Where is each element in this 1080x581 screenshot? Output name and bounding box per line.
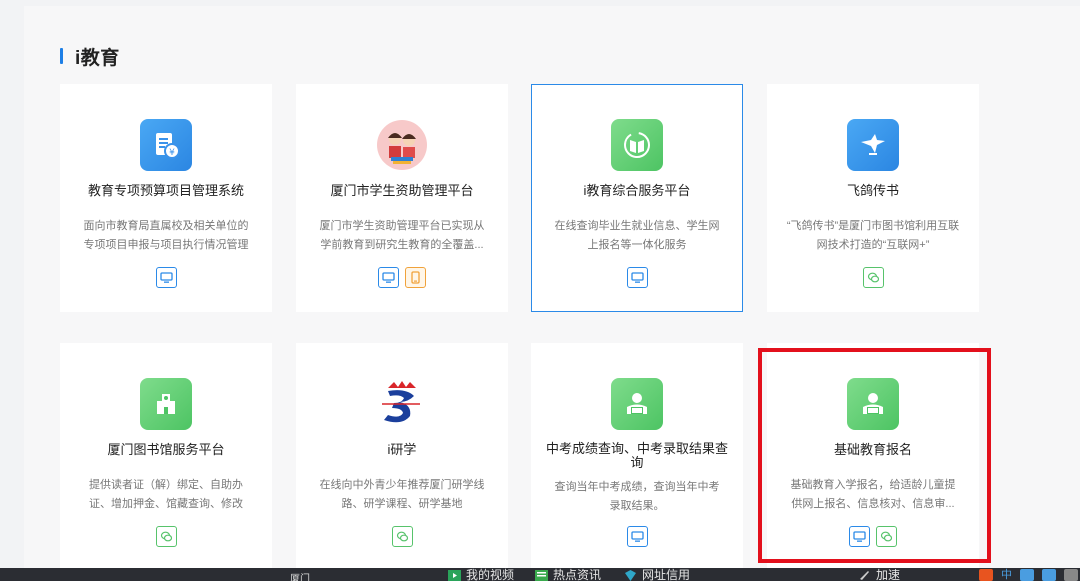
section-header: i教育 (60, 44, 120, 69)
settings-icon[interactable] (1064, 569, 1078, 581)
status-location-text: 厦门 (290, 574, 310, 581)
card-title: i教育综合服务平台 (583, 183, 691, 198)
card-title: 厦门市学生资助管理平台 (330, 183, 474, 198)
service-card-library[interactable]: 厦门图书馆服务平台 提供读者证（解）绑定、自助办证、增加押金、馆藏查询、修改 (60, 343, 272, 571)
reader-person-icon (611, 378, 663, 430)
card-description: 查询当年中考成绩，查询当年中考录取结果。 (554, 481, 720, 512)
pc-platform-icon[interactable] (626, 526, 648, 547)
rocket-icon (860, 571, 869, 580)
card-description: 提供读者证（解）绑定、自助办证、增加押金、馆藏查询、修改 (89, 479, 243, 510)
taskbar-accelerate[interactable]: 加速 (858, 568, 900, 581)
card-description: “飞鸽传书”是厦门市图书馆利用互联网技术打造的“互联网+” (786, 220, 960, 251)
taskbar-item-label: 网址信用 (642, 568, 691, 581)
service-card-i-research[interactable]: i研学 在线向中外青少年推荐厦门研学线路、研学课程、研学基地 (296, 343, 508, 571)
service-card-i-education[interactable]: i教育综合服务平台 在线查询毕业生就业信息、学生网上报名等一体化服务 (531, 84, 743, 312)
service-card-exam-results[interactable]: 中考成绩查询、中考录取结果查询 查询当年中考成绩，查询当年中考录取结果。 (531, 343, 743, 571)
service-card-basic-enrollment[interactable]: 基础教育报名 基础教育入学报名，给适龄儿童提供网上报名、信息核对、信息审... (767, 343, 979, 571)
open-book-icon (611, 119, 663, 171)
system-tray: 中 (979, 568, 1078, 581)
reader-person-icon (847, 378, 899, 430)
pc-platform-icon[interactable] (378, 267, 399, 288)
card-description: 基础教育入学报名，给适龄儿童提供网上报名、信息核对、信息审... (790, 479, 956, 510)
taskbar-item-label: 我的视频 (466, 568, 515, 581)
card-description: 厦门市学生资助管理平台已实现从学前教育到研究生教育的全覆盖... (319, 220, 485, 251)
news-icon (535, 570, 548, 581)
wechat-platform-icon[interactable] (391, 526, 413, 547)
microphone-icon[interactable] (1020, 569, 1034, 581)
play-icon (448, 570, 461, 581)
card-title: 基础教育报名 (833, 442, 912, 457)
service-card-student-aid[interactable]: 厦门市学生资助管理平台 厦门市学生资助管理平台已实现从学前教育到研究生教育的全覆… (296, 84, 508, 312)
card-title: 厦门图书馆服务平台 (107, 442, 225, 457)
taskbar-hot-news[interactable]: 热点资讯 (535, 568, 601, 581)
keyboard-icon[interactable] (1042, 569, 1056, 581)
card-title: 教育专项预算项目管理系统 (87, 183, 244, 198)
mobile-platform-icon[interactable] (405, 267, 426, 288)
taskbar-item-label: 加速 (876, 568, 901, 581)
wechat-platform-icon[interactable] (876, 526, 897, 547)
card-title: i研学 (387, 442, 417, 457)
card-description: 面向市教育局直属校及相关单位的专项项目申报与项目执行情况管理 (83, 220, 249, 251)
pc-platform-icon[interactable] (155, 267, 177, 288)
i-research-logo-icon (376, 378, 428, 430)
taskbar-item-label: 热点资讯 (553, 568, 602, 581)
service-card-pigeon-mail[interactable]: 飞鸽传书 “飞鸽传书”是厦门市图书馆利用互联网技术打造的“互联网+” (767, 84, 979, 312)
pc-platform-icon[interactable] (626, 267, 648, 288)
svg-text:¥: ¥ (169, 148, 175, 158)
students-with-books-icon (376, 119, 428, 171)
wechat-platform-icon[interactable] (862, 267, 884, 288)
pc-platform-icon[interactable] (849, 526, 870, 547)
pigeon-icon (847, 119, 899, 171)
taskbar-my-video[interactable]: 我的视频 (448, 568, 514, 581)
section-accent-bar (60, 48, 63, 64)
service-card-budget[interactable]: ¥ 教育专项预算项目管理系统 面向市教育局直属校及相关单位的专项项目申报与项目执… (60, 84, 272, 312)
browser-status-bar: 厦门 我的视频 热点资讯 网址信用 加速 中 (0, 568, 1080, 581)
taskbar-site-credit[interactable]: 网址信用 (624, 568, 690, 581)
card-title: 中考成绩查询、中考录取结果查询 (545, 441, 728, 470)
sogou-ime-icon[interactable] (979, 569, 993, 581)
section-title: i教育 (75, 47, 120, 69)
card-description: 在线查询毕业生就业信息、学生网上报名等一体化服务 (554, 220, 720, 251)
budget-document-icon: ¥ (140, 119, 192, 171)
card-description: 在线向中外青少年推荐厦门研学线路、研学课程、研学基地 (319, 479, 485, 510)
shield-icon (625, 570, 636, 581)
library-building-icon (140, 378, 192, 430)
card-title: 飞鸽传书 (846, 183, 899, 198)
ime-mode-indicator[interactable]: 中 (1001, 569, 1012, 581)
wechat-platform-icon[interactable] (155, 526, 177, 547)
